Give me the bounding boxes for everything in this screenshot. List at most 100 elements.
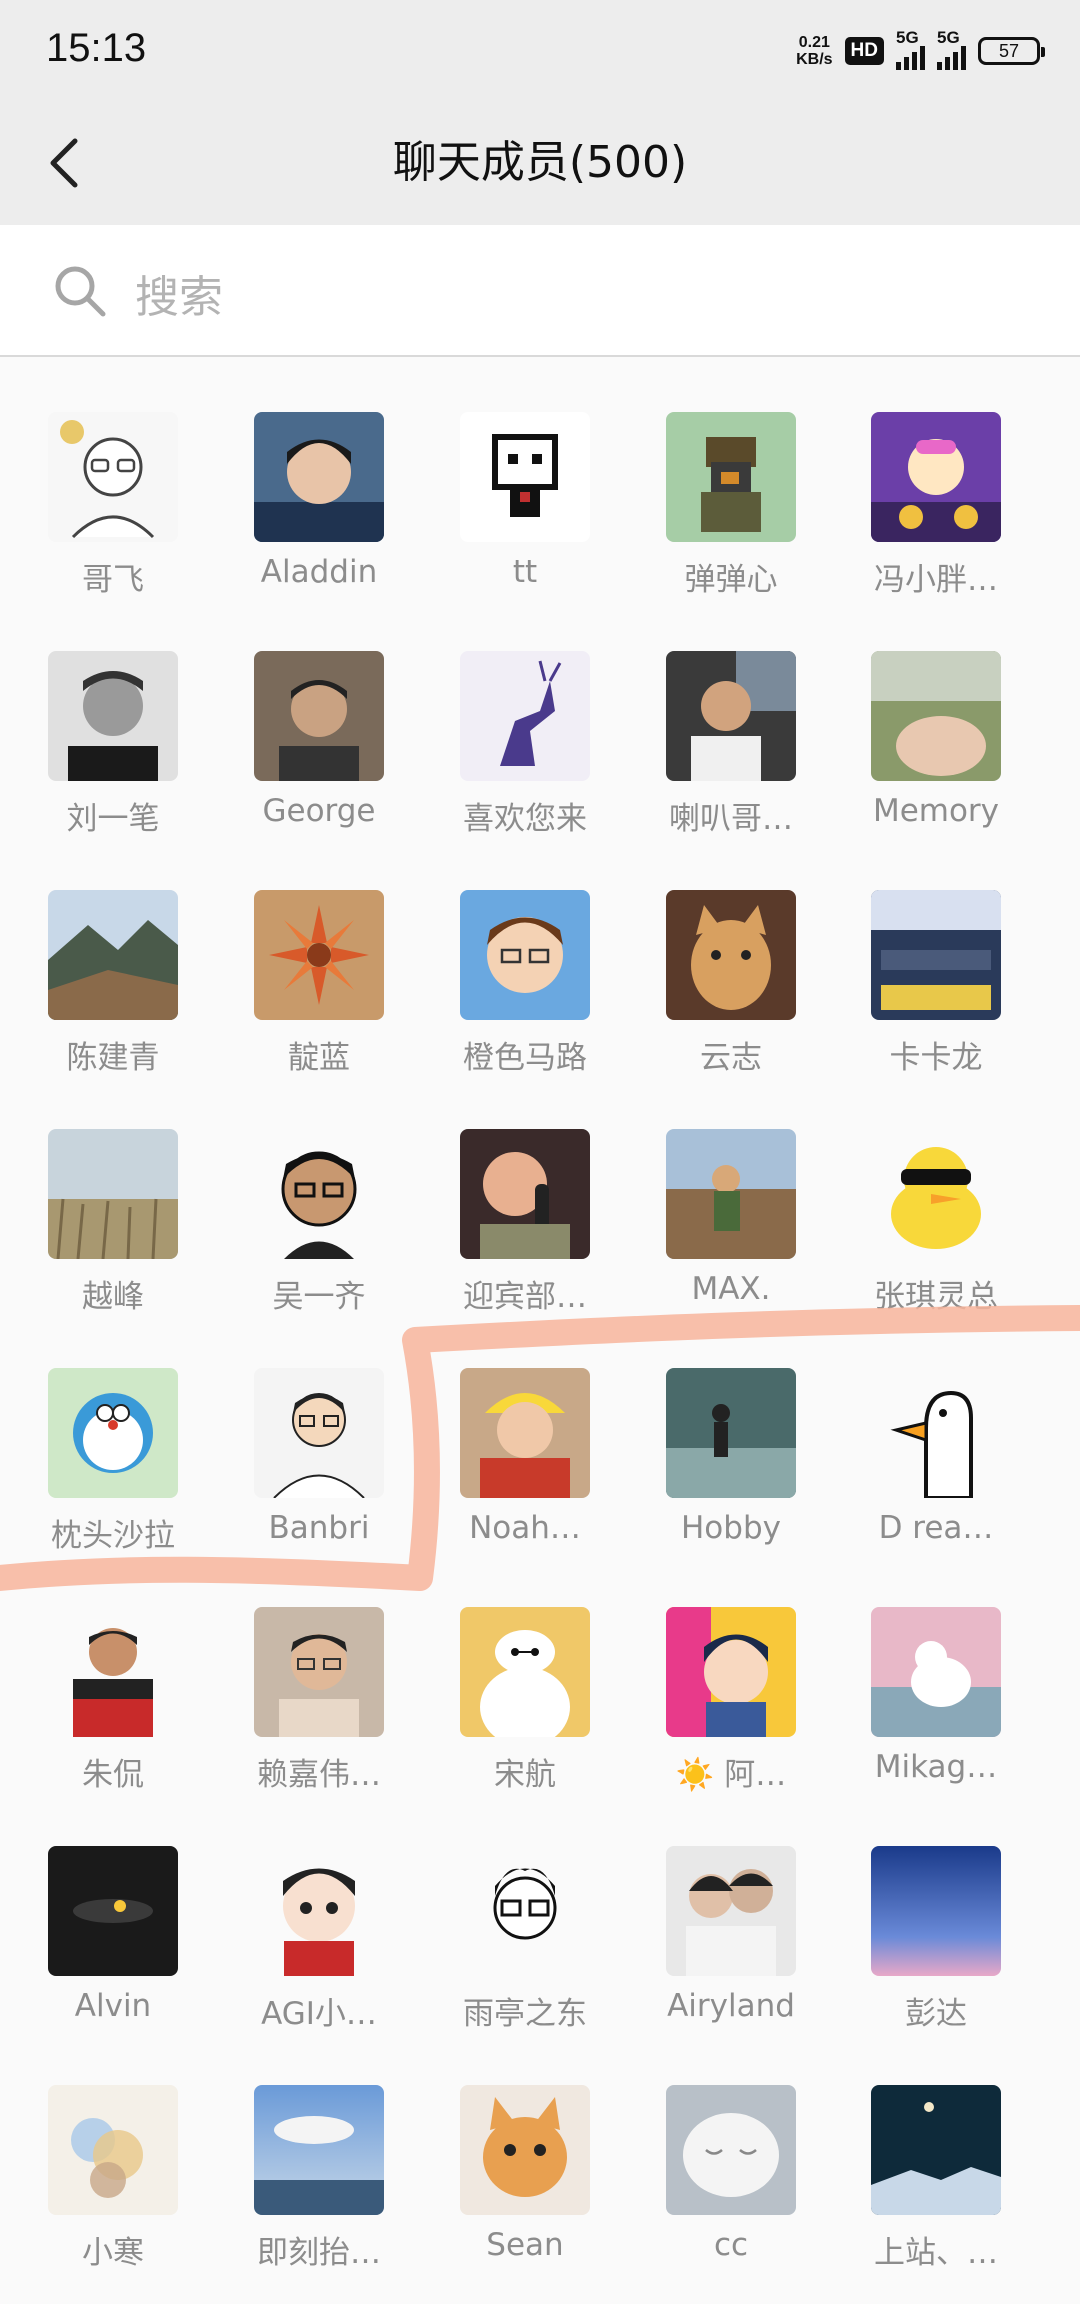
member-item[interactable]: AGI小… [224, 1846, 414, 2032]
member-name: Airyland [667, 1988, 795, 2024]
member-name: 即刻抬… [257, 2235, 381, 2271]
member-name: Hobby [681, 1510, 781, 1546]
chevron-left-icon [50, 138, 78, 188]
member-item[interactable]: 雨亭之东 [430, 1846, 620, 2032]
member-item[interactable]: 迎宾部… [430, 1129, 620, 1315]
avatar-image [48, 651, 178, 781]
member-item[interactable]: Mikag… [841, 1607, 1031, 1787]
member-item[interactable]: Memory [841, 651, 1031, 831]
search-placeholder: 搜索 [135, 272, 223, 323]
member-item[interactable]: 卡卡龙 [841, 890, 1031, 1076]
member-grid: 哥飞 Aladdin tt 弹弹心 冯小胖… 刘一笔 George 喜欢您来 喇叭哥… Memor… [0, 358, 1080, 2271]
member-item[interactable]: Hobby [636, 1368, 826, 1548]
member-item[interactable]: 喇叭哥… [636, 651, 826, 837]
member-item[interactable]: 橙色马路 [430, 890, 620, 1076]
member-item[interactable]: Sean [430, 2085, 620, 2265]
member-item[interactable]: Alvin [18, 1846, 208, 2026]
member-item[interactable]: 朱侃 [18, 1607, 208, 1793]
member-item[interactable]: ☀️ 阿… [636, 1607, 826, 1793]
member-name: MAX. [691, 1271, 771, 1307]
member-avatar [666, 1368, 796, 1498]
member-avatar [460, 890, 590, 1020]
member-name: 赖嘉伟… [257, 1757, 381, 1793]
member-name: Sean [486, 2227, 564, 2263]
member-avatar [871, 2085, 1001, 2215]
member-item[interactable]: 上站、… [841, 2085, 1031, 2271]
member-item[interactable]: 刘一笔 [18, 651, 208, 837]
member-name: 哥飞 [82, 562, 144, 598]
member-item[interactable]: Airyland [636, 1846, 826, 2026]
member-item[interactable]: Aladdin [224, 412, 414, 592]
avatar-image [460, 2085, 590, 2215]
back-button[interactable] [30, 128, 100, 198]
avatar-image [871, 1368, 1001, 1498]
avatar-image [48, 412, 178, 542]
member-row: 越峰 吴一齐 迎宾部… MAX. 张琪灵总 [0, 1075, 1080, 1315]
avatar-image [460, 1368, 590, 1498]
member-name: 喜欢您来 [463, 801, 587, 837]
member-avatar [460, 2085, 590, 2215]
member-item[interactable]: cc [636, 2085, 826, 2265]
avatar-image [254, 890, 384, 1020]
member-item[interactable]: 彭达 [841, 1846, 1031, 2032]
search-input[interactable]: 搜索 [0, 225, 1080, 357]
member-item[interactable]: D rea… [841, 1368, 1031, 1548]
member-item[interactable]: 冯小胖… [841, 412, 1031, 598]
avatar-image [666, 1129, 796, 1259]
member-item[interactable]: 陈建青 [18, 890, 208, 1076]
member-avatar [254, 651, 384, 781]
page-title: 聊天成员(500) [392, 137, 688, 188]
member-avatar [48, 1607, 178, 1737]
avatar-image [254, 1607, 384, 1737]
avatar-image [460, 1846, 590, 1976]
member-item[interactable]: 即刻抬… [224, 2085, 414, 2271]
member-name: 吴一齐 [272, 1279, 366, 1315]
avatar-image [460, 651, 590, 781]
member-item[interactable]: 靛蓝 [224, 890, 414, 1076]
member-item[interactable]: 越峰 [18, 1129, 208, 1315]
avatar-image [48, 2085, 178, 2215]
member-avatar [460, 1846, 590, 1976]
member-avatar [460, 1607, 590, 1737]
avatar-image [871, 1846, 1001, 1976]
member-avatar [460, 651, 590, 781]
avatar-image [871, 890, 1001, 1020]
member-item[interactable]: 枕头沙拉 [18, 1368, 208, 1554]
signal-1-label: 5G [896, 28, 919, 47]
member-item[interactable]: 云志 [636, 890, 826, 1076]
member-name: AGI小… [261, 1996, 377, 2032]
member-item[interactable]: 宋航 [430, 1607, 620, 1793]
member-name: 靛蓝 [288, 1040, 350, 1076]
member-item[interactable]: 张琪灵总 [841, 1129, 1031, 1315]
member-name: Noah… [469, 1510, 581, 1546]
member-avatar [460, 1368, 590, 1498]
member-name: 雨亭之东 [463, 1996, 587, 2032]
member-avatar [254, 1129, 384, 1259]
member-item[interactable]: 吴一齐 [224, 1129, 414, 1315]
member-item[interactable]: George [224, 651, 414, 831]
member-avatar [666, 890, 796, 1020]
member-item[interactable]: 小寒 [18, 2085, 208, 2271]
member-item[interactable]: 喜欢您来 [430, 651, 620, 837]
member-item[interactable]: 弹弹心 [636, 412, 826, 598]
member-item[interactable]: 哥飞 [18, 412, 208, 598]
member-item[interactable]: MAX. [636, 1129, 826, 1309]
member-name: 张琪灵总 [874, 1279, 998, 1315]
status-bar: 15:13 0.21 KB/s HD 5G 5G 57 [0, 0, 1080, 100]
member-name: D rea… [878, 1510, 994, 1546]
member-avatar [871, 412, 1001, 542]
member-avatar [666, 2085, 796, 2215]
avatar-image [871, 651, 1001, 781]
member-item[interactable]: Banbri [224, 1368, 414, 1548]
member-name: 弹弹心 [684, 562, 778, 598]
battery-icon: 57 [978, 37, 1045, 65]
member-name: ☀️ 阿… [675, 1757, 787, 1793]
member-name: 迎宾部… [463, 1279, 587, 1315]
status-time: 15:13 [46, 26, 147, 70]
avatar-image [254, 412, 384, 542]
member-item[interactable]: tt [430, 412, 620, 592]
member-item[interactable]: Noah… [430, 1368, 620, 1548]
member-name: 越峰 [82, 1279, 144, 1315]
member-item[interactable]: 赖嘉伟… [224, 1607, 414, 1793]
avatar-image [254, 1368, 384, 1498]
